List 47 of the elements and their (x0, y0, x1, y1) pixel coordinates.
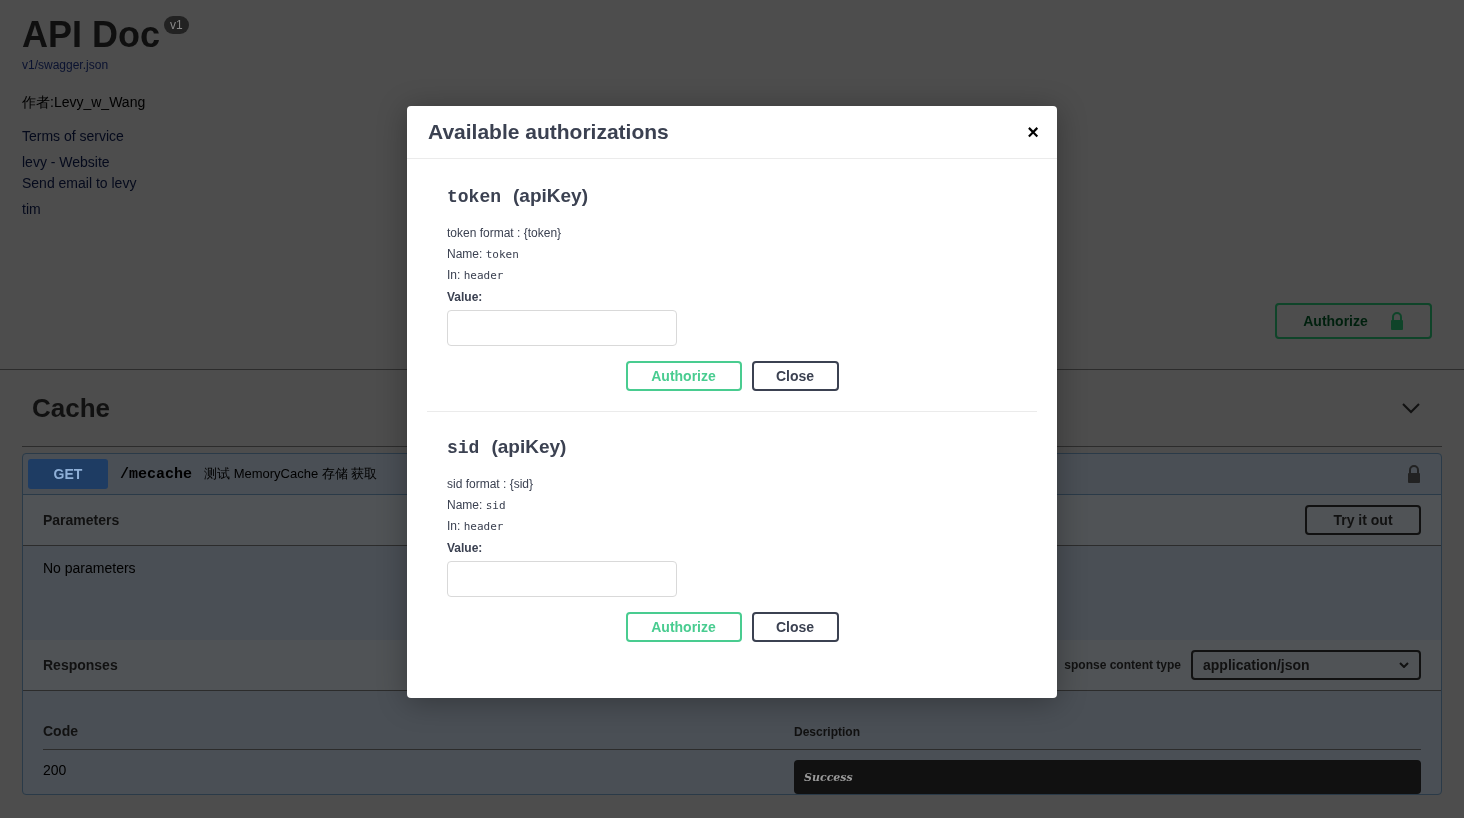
column-header: Code (43, 722, 79, 741)
scheme-name: token (447, 187, 501, 207)
response-description: Success (794, 760, 1421, 794)
responses-heading: Responses (43, 657, 118, 673)
info-link[interactable]: tim (22, 199, 189, 220)
authorize-button[interactable]: Authorize (625, 361, 742, 391)
column-header: Description (794, 724, 861, 741)
lock-icon (1407, 465, 1421, 483)
caret-icon (1399, 662, 1409, 668)
close-button[interactable]: Close (751, 361, 839, 391)
authorize-button[interactable]: Authorize (625, 612, 742, 642)
version-badge: v1 (164, 16, 189, 34)
parameters-heading: Parameters (43, 512, 120, 528)
author-text: 作者:Levy_w_Wang (22, 94, 147, 112)
location-text: In: header (447, 267, 505, 284)
endpoint-summary: 测试 MemoryCache 存储 获取 (204, 465, 379, 483)
page-title: API Doc (22, 14, 161, 56)
response-code: 200 (43, 761, 68, 780)
no-parameters-text: No parameters (43, 560, 136, 576)
value-label: Value: (447, 290, 484, 304)
info-link[interactable]: levy - Website (22, 152, 189, 173)
try-it-out-button[interactable]: Try it out (1305, 505, 1421, 535)
name-text: Name: sid (447, 497, 507, 514)
value-input[interactable] (447, 561, 677, 597)
info-link[interactable]: Terms of service (22, 126, 189, 147)
spec-link[interactable]: v1/swagger.json (22, 58, 189, 72)
location-text: In: header (447, 518, 505, 535)
dialog-title: Available authorizations (428, 120, 669, 144)
name-text: Name: token (447, 246, 520, 263)
scheme-type: (apiKey) (491, 436, 567, 458)
chevron-icon[interactable] (1402, 402, 1420, 414)
method-badge: GET (28, 459, 108, 489)
content-type-label: sponse content type (1064, 658, 1181, 672)
lock-icon (1389, 312, 1404, 330)
value-input[interactable] (447, 310, 677, 346)
scheme-type: (apiKey) (513, 185, 588, 207)
format-text: token format : {token} (447, 225, 563, 242)
close-button[interactable]: × (1023, 122, 1043, 142)
authorize-button[interactable]: Authorize (1275, 303, 1432, 339)
value-label: Value: (447, 541, 484, 555)
close-button[interactable]: Close (751, 612, 839, 642)
section-title: Cache (32, 392, 111, 424)
content-type-select[interactable]: application/json (1191, 650, 1421, 680)
scheme-name: sid (447, 438, 480, 458)
info-link[interactable]: Send email to levy (22, 173, 189, 194)
endpoint-path: /mecache (120, 465, 192, 483)
format-text: sid format : {sid} (447, 476, 535, 493)
